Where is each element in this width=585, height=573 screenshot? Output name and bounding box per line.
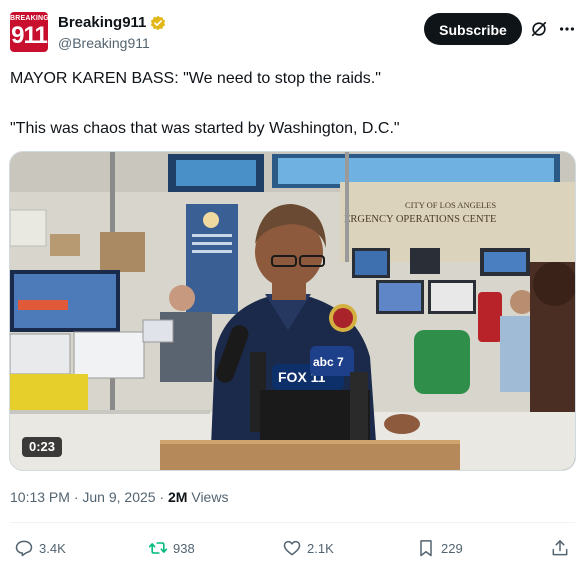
avatar[interactable]: BREAKING 911	[10, 12, 48, 52]
bookmark-icon	[420, 540, 432, 557]
reply-icon	[15, 540, 33, 557]
author-name[interactable]: Breaking911	[58, 14, 146, 31]
bookmark-button[interactable]: 229	[416, 536, 463, 560]
meta-separator: ·	[159, 489, 165, 505]
sign-line-1: CITY OF LOS ANGELES	[405, 200, 496, 210]
post-time[interactable]: 10:13 PM	[10, 489, 70, 505]
repost-icon	[148, 542, 168, 554]
more-icon[interactable]	[558, 20, 576, 38]
repost-button[interactable]: 938	[148, 536, 195, 560]
views-count: 2M	[168, 489, 188, 505]
like-icon	[283, 540, 301, 556]
meta-separator: ·	[73, 489, 79, 505]
tweet-card: BREAKING 911 Breaking911 @Breaking911 Su…	[0, 0, 585, 573]
divider	[10, 522, 575, 523]
subscribe-button[interactable]: Subscribe	[424, 13, 522, 45]
share-icon	[552, 540, 568, 556]
share-button[interactable]	[550, 536, 575, 560]
video-player[interactable]: CITY OF LOS ANGELES ERGENCY OPERATIONS C…	[9, 151, 576, 471]
sign-line-2: ERGENCY OPERATIONS CENTE	[344, 214, 496, 225]
post-text-line-1: MAYOR KAREN BASS: "We need to stop the r…	[10, 70, 381, 87]
post-text-line-2: "This was chaos that was started by Wash…	[10, 120, 400, 137]
post-date[interactable]: Jun 9, 2025	[82, 489, 155, 505]
grok-icon[interactable]	[530, 20, 548, 38]
like-button[interactable]: 2.1K	[282, 536, 334, 560]
views-label: Views	[191, 489, 229, 505]
reply-button[interactable]: 3.4K	[14, 536, 66, 560]
repost-count: 938	[173, 540, 195, 556]
mic-flag-abc7: abc 7	[313, 355, 344, 369]
bookmark-count: 229	[441, 540, 463, 556]
video-duration: 0:23	[22, 437, 63, 457]
verified-badge-icon	[150, 15, 166, 31]
avatar-brand-top: BREAKING	[10, 15, 48, 22]
author-handle[interactable]: @Breaking911	[58, 35, 150, 51]
video-frame: CITY OF LOS ANGELES ERGENCY OPERATIONS C…	[10, 152, 575, 470]
reply-count: 3.4K	[39, 540, 66, 556]
avatar-brand-main: 911	[11, 22, 48, 49]
like-count: 2.1K	[307, 540, 334, 556]
post-meta: 10:13 PM · Jun 9, 2025 · 2M Views	[10, 489, 228, 505]
